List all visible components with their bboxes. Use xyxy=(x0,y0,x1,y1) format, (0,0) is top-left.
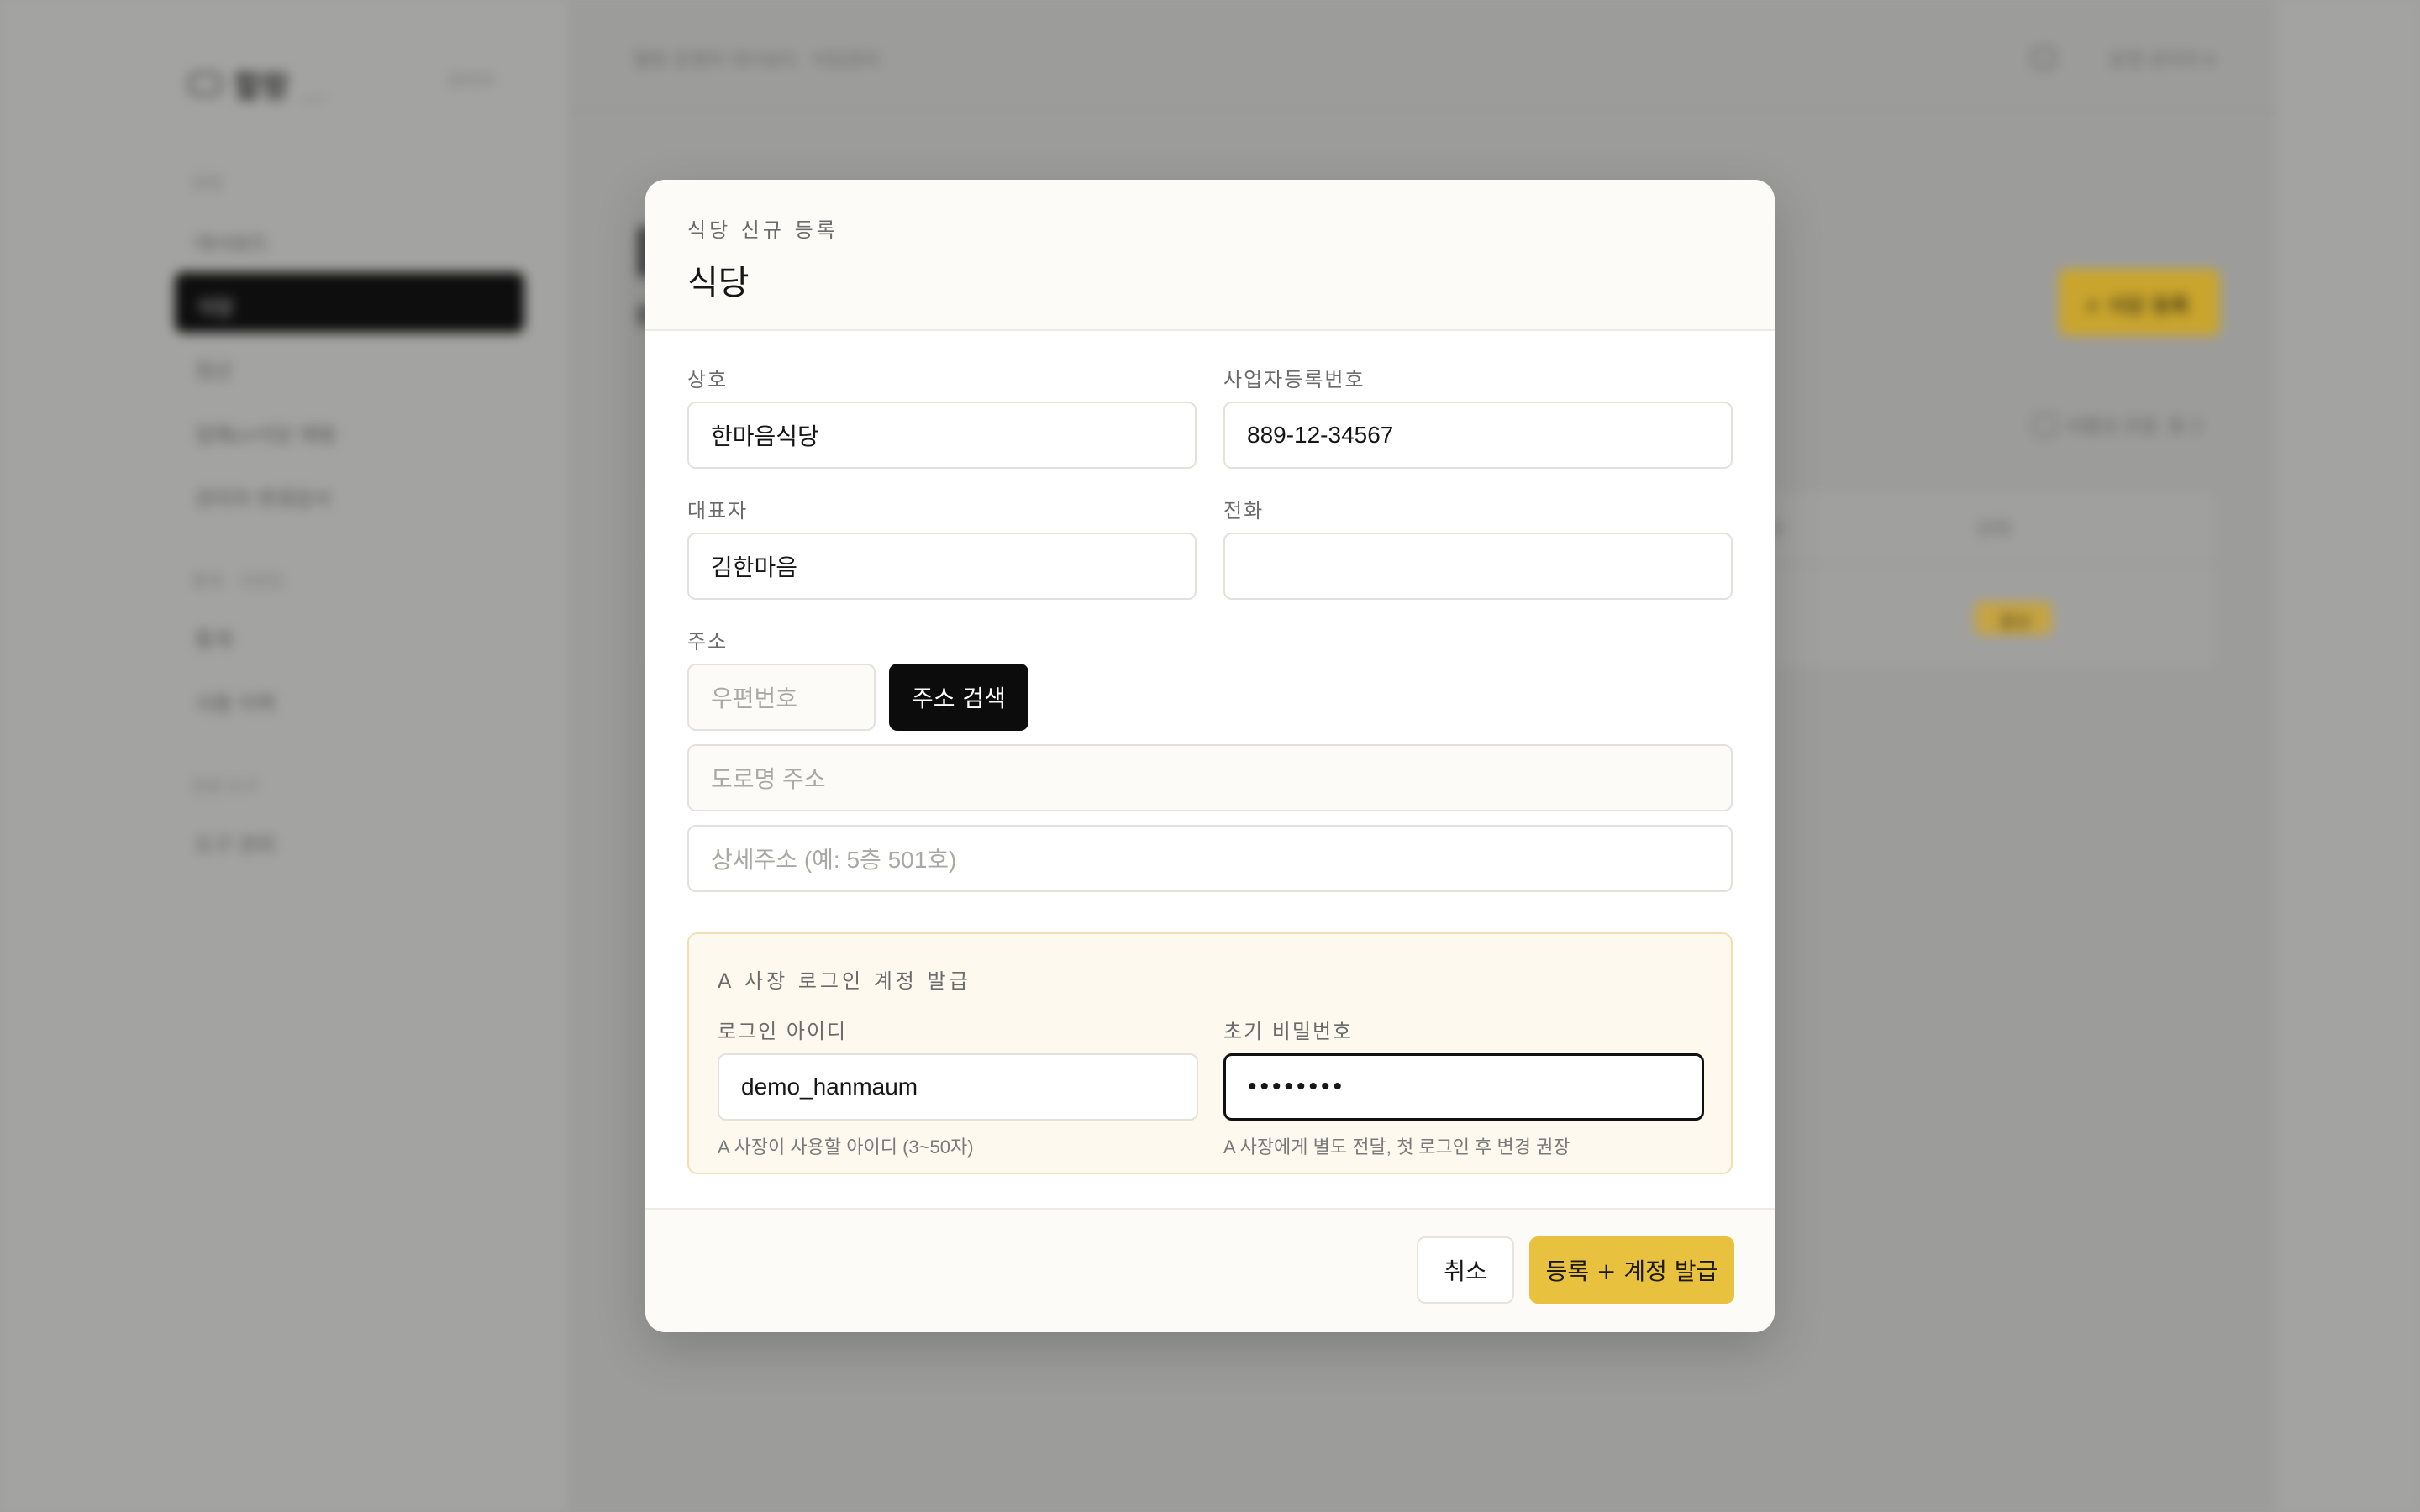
modal-footer: 취소 등록 + 계정 발급 xyxy=(645,1208,1775,1332)
filter-label: 비활성 포함 xyxy=(2067,417,2159,438)
biz-no-label: 사업자등록번호 xyxy=(1223,368,1365,391)
sidebar-item-label: 식당 xyxy=(197,296,234,319)
app-logo: 할랑 ___ xyxy=(188,62,326,106)
login-id-hint: A 사장이 사용할 아이디 (3~50자) xyxy=(718,1137,974,1158)
table-header-cell: 상태 xyxy=(1976,519,2011,540)
phone-label: 전화 xyxy=(1223,499,1265,522)
password-label: 초기 비밀번호 xyxy=(1223,1020,1354,1043)
owner-label: 대표자 xyxy=(687,499,749,522)
nav-section-stats: 통계 · 리포트 xyxy=(192,571,286,591)
logo-text: 할랑 xyxy=(234,70,290,104)
owner-input[interactable]: 김한마음 xyxy=(687,533,1197,600)
checkbox-icon[interactable] xyxy=(2033,413,2057,437)
road-address-input[interactable]: 도로명 주소 xyxy=(687,744,1733,811)
add-restaurant-button[interactable]: + 식당 등록 xyxy=(2059,269,2220,336)
phone-input[interactable] xyxy=(1223,533,1733,600)
modal-title: 식당 xyxy=(687,264,750,302)
sidebar-item-audit[interactable]: 관리자 변경감사 xyxy=(195,482,331,512)
address-label: 주소 xyxy=(687,630,729,654)
shop-name-input[interactable]: 한마음식당 xyxy=(687,402,1197,469)
add-restaurant-label: + 식당 등록 xyxy=(2084,294,2190,318)
account-section-title: A 사장 로그인 계정 발급 xyxy=(718,969,971,993)
breadcrumb-root[interactable]: 할랑 운영자 대시보드 xyxy=(634,45,798,72)
cancel-button[interactable]: 취소 xyxy=(1417,1236,1514,1304)
status-badge: 활성 xyxy=(1975,601,2052,635)
password-hint: A 사장에게 별도 전달, 첫 로그인 후 변경 권장 xyxy=(1223,1137,1570,1158)
sidebar-item-tools[interactable]: 도구 관리 xyxy=(195,828,276,858)
modal-eyebrow: 식당 신규 등록 xyxy=(687,218,839,242)
notification-icon[interactable] xyxy=(2032,47,2055,69)
logo-icon xyxy=(188,72,222,96)
nav-section-operations: 운영 xyxy=(192,173,223,193)
breadcrumb-current: 식당관리 xyxy=(812,50,880,71)
address-search-button[interactable]: 주소 검색 xyxy=(889,664,1028,731)
logo-sub: ___ xyxy=(301,80,327,100)
sidebar-item-settlement[interactable]: 정산 xyxy=(195,354,232,384)
detail-address-input[interactable]: 상세주소 (예: 5층 501호) xyxy=(687,825,1733,892)
sidebar: 할랑 ___ 관리자 운영 대시보드 식당 정산 업체cn식당 매핑 관리자 변… xyxy=(0,0,568,1512)
inactive-filter[interactable]: 비활성 포함 총 2 xyxy=(2033,412,2202,438)
role-label: 관리자 xyxy=(447,71,494,91)
password-input[interactable]: •••••••• xyxy=(1223,1053,1704,1121)
sidebar-item-history[interactable]: 사용 이력 xyxy=(195,687,276,717)
login-id-label: 로그인 아이디 xyxy=(718,1020,848,1043)
register-restaurant-modal: 식당 신규 등록 식당 상호 한마음식당 사업자등록번호 889-12-3456… xyxy=(645,180,1775,1332)
nav-section-tools: 운영 도구 xyxy=(192,776,259,796)
register-submit-button[interactable]: 등록 + 계정 발급 xyxy=(1529,1236,1734,1304)
filter-count: 총 2 xyxy=(2168,417,2203,438)
sidebar-item-dashboard[interactable]: 대시보드 xyxy=(195,227,269,256)
shop-name-label: 상호 xyxy=(687,368,729,391)
sidebar-item-stats[interactable]: 통계 xyxy=(195,623,232,653)
sidebar-item-restaurants[interactable]: 식당 xyxy=(175,272,524,333)
account-issuance-section: A 사장 로그인 계정 발급 로그인 아이디 demo_hanmaum A 사장… xyxy=(687,932,1733,1174)
sidebar-item-mapping[interactable]: 업체cn식당 매핑 xyxy=(195,418,337,448)
modal-header: 식당 신규 등록 식당 xyxy=(645,180,1775,331)
status-badge-label: 활성 xyxy=(2000,612,2031,632)
right-gutter xyxy=(2277,0,2420,1512)
zip-code-input[interactable]: 우편번호 xyxy=(687,664,876,731)
user-menu[interactable]: 운영 관리자 ▾ xyxy=(2109,45,2215,72)
biz-no-input[interactable]: 889-12-34567 xyxy=(1223,402,1733,469)
login-id-input[interactable]: demo_hanmaum xyxy=(718,1053,1198,1121)
